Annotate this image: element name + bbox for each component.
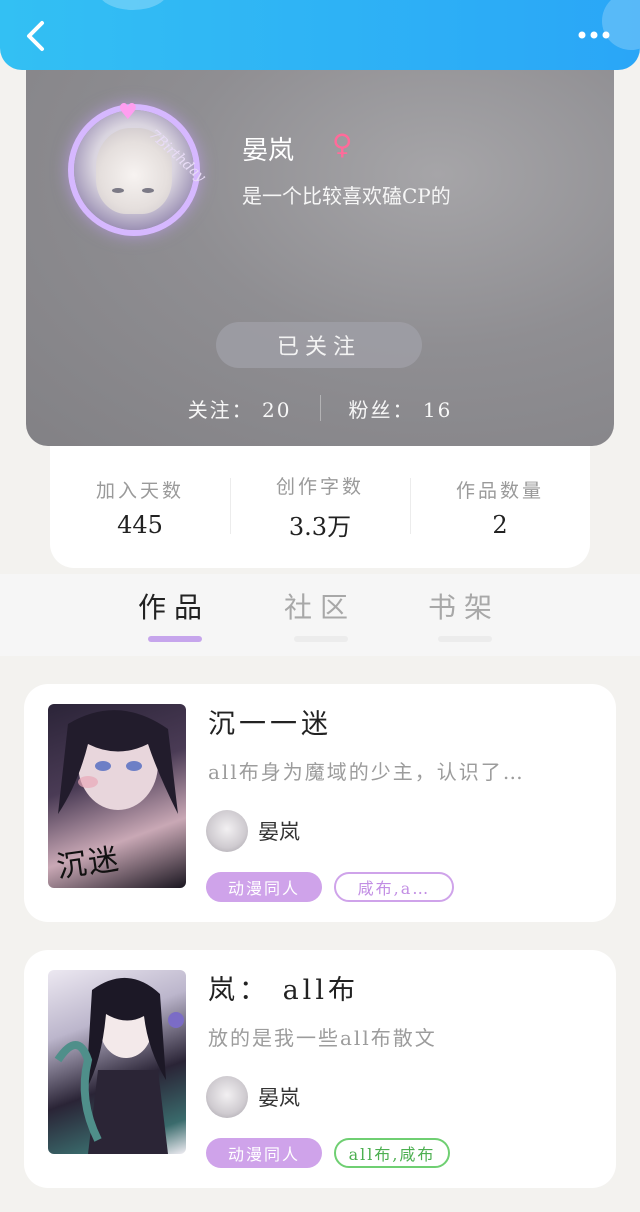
work-title: 沉一一迷 xyxy=(208,709,332,740)
tab-bookshelf[interactable]: 书架 xyxy=(428,586,500,626)
divider xyxy=(319,395,321,421)
tag[interactable]: all布,咸布 xyxy=(334,1138,450,1168)
works-list: 沉迷 沉一一迷 all布身为魔域的少主，认识了… 晏岚 动漫同人 咸布,a… 岚… xyxy=(0,656,640,1212)
following-count[interactable]: 关注： 20 xyxy=(188,394,292,423)
follow-button[interactable]: 已关注 xyxy=(216,322,422,368)
tab-works[interactable]: 作品 xyxy=(138,586,210,626)
followers-count[interactable]: 粉丝： 16 xyxy=(349,394,453,423)
work-cover: 沉迷 xyxy=(48,704,186,888)
more-dots-icon xyxy=(578,31,610,39)
stat-value: 3.3万 xyxy=(288,513,352,541)
stat-label: 作品数量 xyxy=(455,479,544,502)
chevron-left-icon xyxy=(27,21,44,51)
tag[interactable]: 咸布,a… xyxy=(334,872,454,902)
work-description: all布身为魔域的少主，认识了… xyxy=(208,760,525,784)
stat-join-days: 加入天数 445 xyxy=(50,446,230,568)
bio: 是一个比较喜欢磕CP的 xyxy=(242,184,451,208)
author-avatar[interactable] xyxy=(206,1076,248,1118)
stat-work-count: 作品数量 2 xyxy=(410,446,590,568)
tab-indicator xyxy=(294,636,348,642)
cover-text: 沉迷 xyxy=(54,841,123,886)
heart-icon: ♥ xyxy=(118,100,138,125)
username: 晏岚 xyxy=(242,136,295,166)
author-name: 晏岚 xyxy=(258,820,300,844)
work-description: 放的是我一些all布散文 xyxy=(208,1026,437,1050)
avatar-eye xyxy=(112,188,124,193)
female-icon: ♀ xyxy=(332,128,353,161)
stat-word-count: 创作字数 3.3万 xyxy=(230,446,410,568)
avatar[interactable]: ♥ 7Birthday xyxy=(74,100,209,230)
back-button[interactable] xyxy=(20,18,50,54)
profile-card: ♥ 7Birthday 晏岚 ♀ 是一个比较喜欢磕CP的 已关注 关注： 20 … xyxy=(26,58,614,446)
avatar-eye xyxy=(142,188,154,193)
stat-label: 加入天数 xyxy=(95,479,184,502)
cover-illustration xyxy=(54,977,184,1154)
stat-label: 创作字数 xyxy=(275,476,364,498)
tag[interactable]: 动漫同人 xyxy=(206,872,322,902)
top-bar xyxy=(0,0,640,70)
tab-community[interactable]: 社区 xyxy=(284,586,356,626)
work-card[interactable]: 岚： all布 放的是我一些all布散文 晏岚 动漫同人 all布,咸布 xyxy=(24,950,616,1188)
work-title: 岚： all布 xyxy=(208,975,359,1006)
stats-card: 加入天数 445 创作字数 3.3万 作品数量 2 xyxy=(50,446,590,568)
more-button[interactable] xyxy=(574,22,614,48)
stat-value: 2 xyxy=(492,510,508,539)
follow-counts: 关注： 20 粉丝： 16 xyxy=(26,388,614,428)
tab-indicator xyxy=(438,636,492,642)
author-avatar[interactable] xyxy=(206,810,248,852)
author-name: 晏岚 xyxy=(258,1086,300,1110)
stat-value: 445 xyxy=(117,510,163,539)
tag[interactable]: 动漫同人 xyxy=(206,1138,322,1168)
work-cover xyxy=(48,970,186,1154)
tab-active-indicator xyxy=(148,636,202,642)
decorative-bubble xyxy=(98,0,168,10)
work-card[interactable]: 沉迷 沉一一迷 all布身为魔域的少主，认识了… 晏岚 动漫同人 咸布,a… xyxy=(24,684,616,922)
tab-bar: 作品 社区 书架 xyxy=(0,574,640,656)
